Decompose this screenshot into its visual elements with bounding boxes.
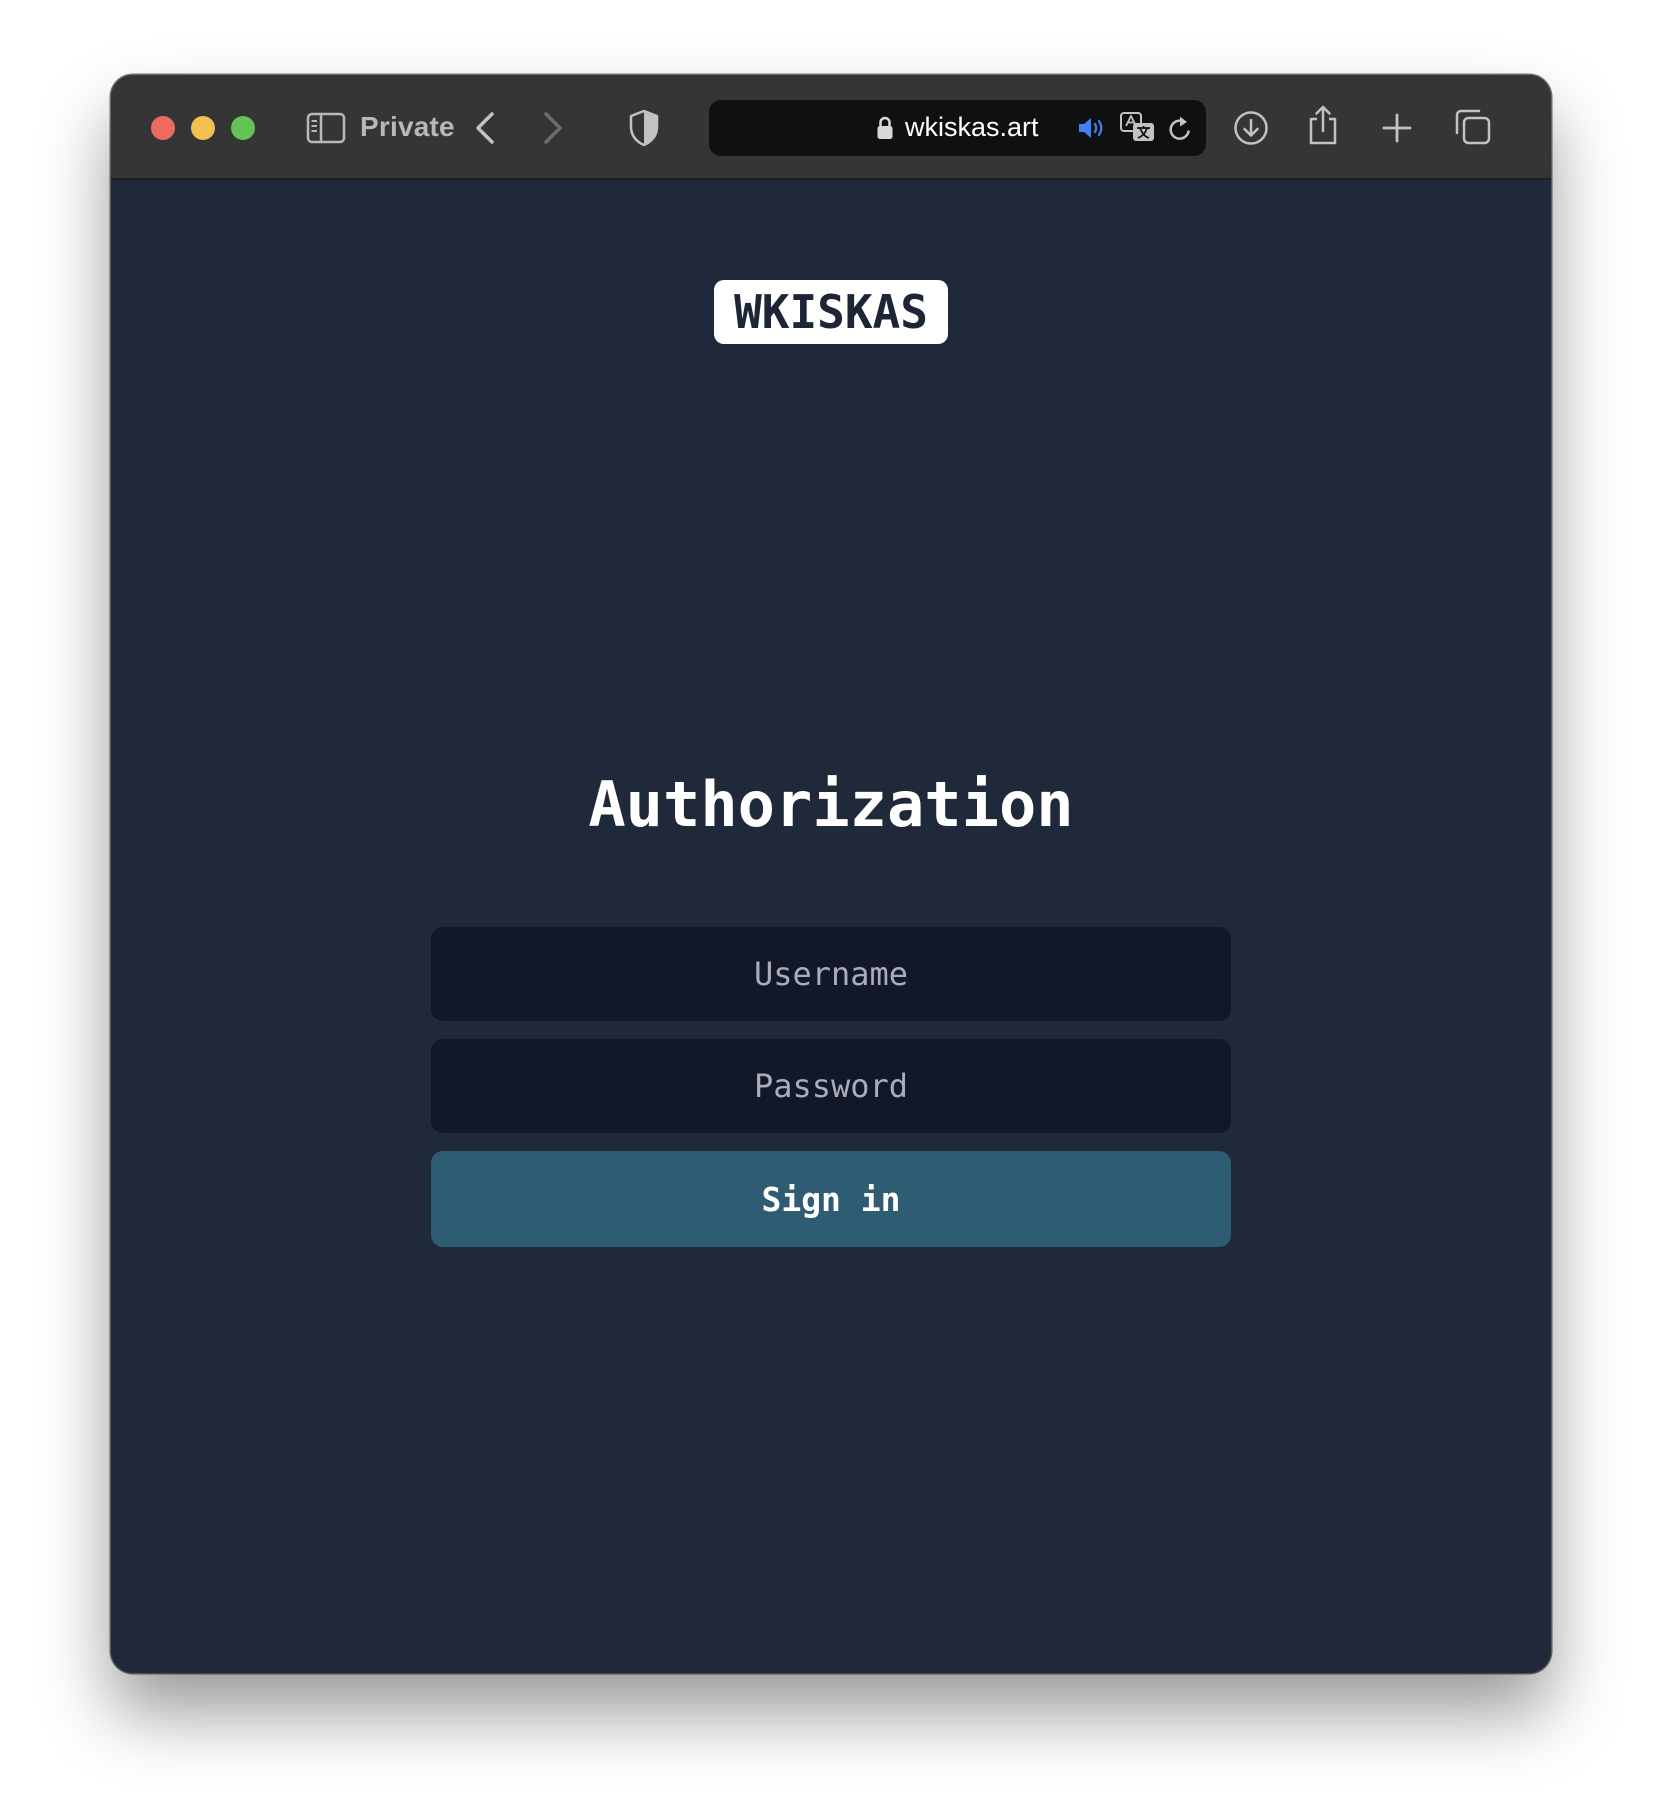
zoom-window-button[interactable] (231, 116, 255, 140)
page-content: WKISKAS Authorization Sign in (111, 180, 1551, 1673)
lock-icon (877, 116, 893, 139)
address-bar[interactable]: wkiskas.art (709, 100, 1206, 156)
private-label: Private (360, 111, 455, 142)
page-title: Authorization (588, 768, 1074, 841)
shield-icon[interactable] (628, 109, 660, 147)
browser-toolbar: Private wkiskas.art (111, 75, 1551, 180)
tabs-icon[interactable] (1454, 108, 1492, 146)
close-window-button[interactable] (151, 116, 175, 140)
chevron-left-icon[interactable] (473, 111, 497, 145)
sign-in-button[interactable]: Sign in (431, 1151, 1231, 1247)
chevron-right-icon[interactable] (541, 111, 565, 145)
sidebar-icon[interactable] (306, 112, 346, 144)
site-logo[interactable]: WKISKAS (714, 280, 948, 344)
translate-icon[interactable] (1119, 111, 1157, 145)
speaker-icon[interactable] (1077, 115, 1107, 141)
reload-icon[interactable] (1166, 114, 1194, 144)
download-icon[interactable] (1233, 110, 1269, 146)
browser-window: Private wkiskas.art WKISKAS Authorizatio… (111, 75, 1551, 1673)
url-text: wkiskas.art (905, 112, 1039, 142)
share-icon[interactable] (1307, 104, 1339, 146)
password-input[interactable] (431, 1039, 1231, 1133)
username-input[interactable] (431, 927, 1231, 1021)
minimize-window-button[interactable] (191, 116, 215, 140)
plus-icon[interactable] (1381, 112, 1413, 144)
